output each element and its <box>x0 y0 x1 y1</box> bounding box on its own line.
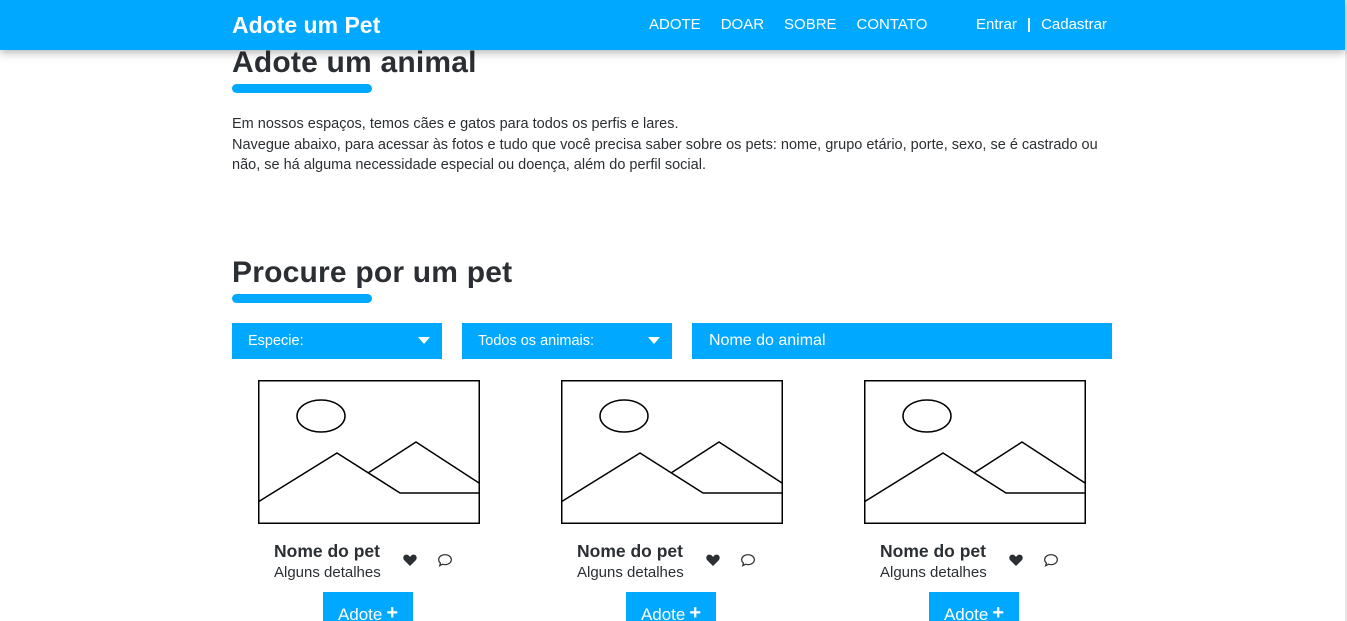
caret-down-icon <box>418 337 430 344</box>
species-select[interactable]: Especie: <box>232 323 442 359</box>
adopt-button-label: Adote <box>337 605 383 621</box>
nav-item-doar[interactable]: DOAR <box>721 16 764 33</box>
title-underline <box>232 84 372 93</box>
adopt-button[interactable]: Adote + <box>323 592 413 621</box>
intro-line-1: Em nossos espaços, temos cães e gatos pa… <box>232 116 679 132</box>
heart-icon[interactable] <box>705 552 721 568</box>
pet-name-search-input[interactable] <box>692 323 1112 359</box>
plus-icon: + <box>992 602 1005 621</box>
pet-details: Alguns detalhes <box>577 564 684 581</box>
pet-name: Nome do pet <box>274 541 380 561</box>
comment-icon[interactable] <box>1043 552 1059 568</box>
page-title: Adote um animal <box>232 46 477 79</box>
heart-icon[interactable] <box>402 552 418 568</box>
image-placeholder-icon <box>864 380 1086 524</box>
image-placeholder-icon <box>561 380 783 524</box>
pet-name: Nome do pet <box>577 541 683 561</box>
search-title: Procure por um pet <box>232 256 513 289</box>
heart-icon[interactable] <box>1008 552 1024 568</box>
main-nav: ADOTE DOAR SOBRE CONTATO <box>649 16 927 33</box>
caret-down-icon <box>648 337 660 344</box>
pet-name: Nome do pet <box>880 541 986 561</box>
plus-icon: + <box>689 602 702 621</box>
search-title-underline <box>232 294 372 303</box>
site-logo[interactable]: Adote um Pet <box>232 12 380 39</box>
nav-item-adote[interactable]: ADOTE <box>649 16 701 33</box>
image-placeholder-icon <box>258 380 480 524</box>
animals-select-label: Todos os animais: <box>478 333 595 349</box>
nav-item-contato[interactable]: CONTATO <box>857 16 928 33</box>
adopt-button-label: Adote <box>640 605 686 621</box>
plus-icon: + <box>386 602 399 621</box>
pet-details: Alguns detalhes <box>274 564 381 581</box>
nav-item-sobre[interactable]: SOBRE <box>784 16 837 33</box>
signup-link[interactable]: Cadastrar <box>1041 16 1107 33</box>
pet-card: Nome do pet Alguns detalhes Adote + <box>838 380 1086 621</box>
adopt-button-label: Adote <box>943 605 989 621</box>
pet-card: Nome do pet Alguns detalhes Adote + <box>232 380 480 621</box>
login-link[interactable]: Entrar <box>976 16 1017 33</box>
adopt-button[interactable]: Adote + <box>626 592 716 621</box>
intro-text: Em nossos espaços, temos cães e gatos pa… <box>232 114 1112 176</box>
comment-icon[interactable] <box>740 552 756 568</box>
adopt-button[interactable]: Adote + <box>929 592 1019 621</box>
auth-links: Entrar | Cadastrar <box>976 16 1107 33</box>
comment-icon[interactable] <box>437 552 453 568</box>
intro-line-2: Navegue abaixo, para acessar às fotos e … <box>232 136 1098 174</box>
pet-details: Alguns detalhes <box>880 564 987 581</box>
pet-card: Nome do pet Alguns detalhes Adote + <box>535 380 783 621</box>
top-navbar: Adote um Pet ADOTE DOAR SOBRE CONTATO En… <box>0 0 1345 50</box>
species-select-label: Especie: <box>248 333 304 349</box>
auth-separator: | <box>1026 16 1032 33</box>
animals-select[interactable]: Todos os animais: <box>462 323 672 359</box>
